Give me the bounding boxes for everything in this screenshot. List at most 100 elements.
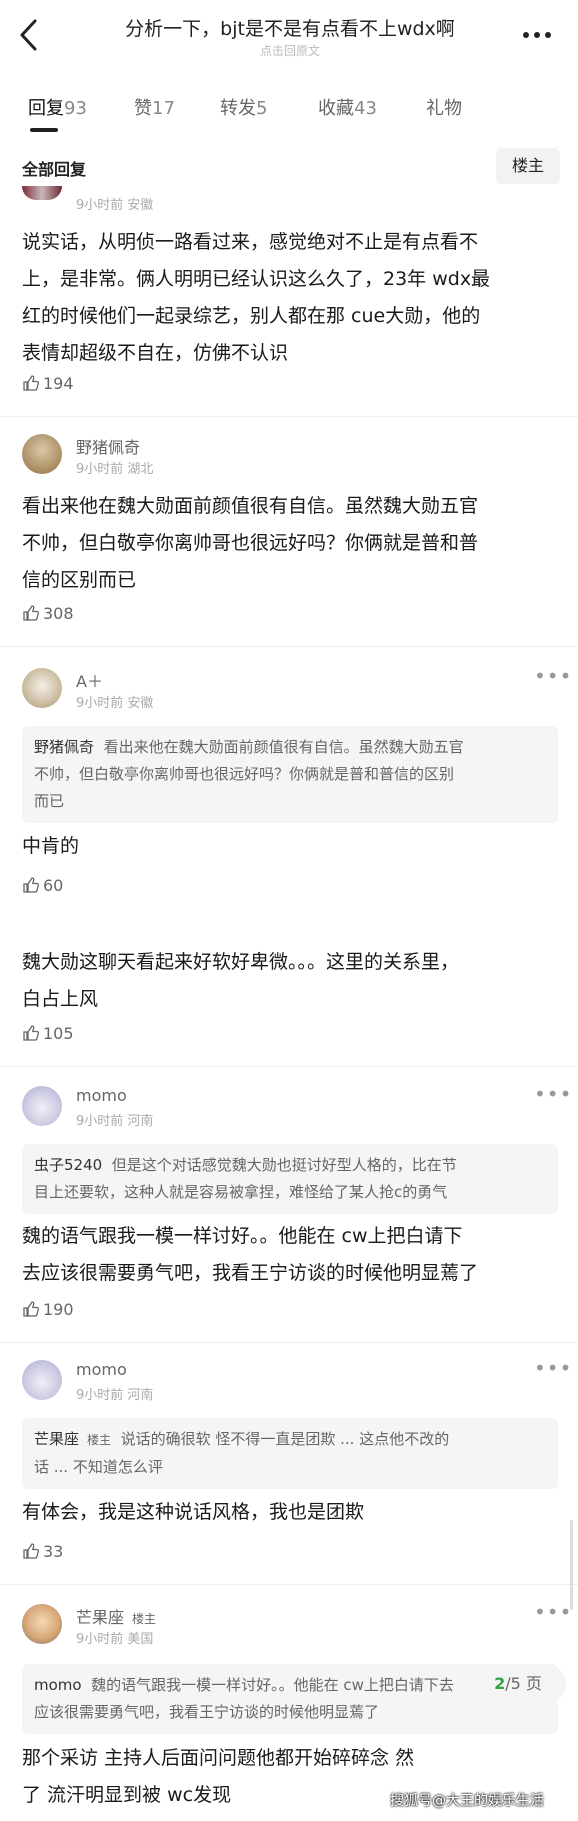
comment-line: 说实话，从明侦一路看过来，感觉绝对不止是有点看不	[22, 231, 479, 253]
divider	[0, 1066, 578, 1067]
username[interactable]: A＋	[76, 668, 103, 692]
comment-meta: 9小时前 河南	[76, 1114, 154, 1129]
more-icon[interactable]: •••	[534, 1082, 572, 1106]
comment-line: 有体会，我是这种说话风格，我也是团欺	[22, 1501, 365, 1523]
current-page: 2	[494, 1674, 506, 1693]
more-icon[interactable]: •••	[534, 1600, 572, 1624]
tab-label: 转发	[220, 98, 256, 119]
comment-meta: 9小时前 湖北	[76, 462, 154, 477]
avatar[interactable]	[22, 1086, 62, 1126]
divider	[0, 1584, 578, 1585]
comment-line: 不帅，但白敬亭你离帅哥也很远好吗？你俩就是普和普	[22, 532, 479, 554]
like-count: 105	[43, 1024, 74, 1043]
comment-body: 有体会，我是这种说话风格，我也是团欺	[22, 1494, 562, 1531]
username[interactable]: 野猪佩奇	[76, 434, 140, 458]
comment-line: 白占上风	[22, 988, 99, 1010]
louzhu-filter-button[interactable]: 楼主	[496, 148, 560, 184]
section-title: 全部回复	[22, 160, 87, 179]
avatar[interactable]	[22, 186, 62, 200]
like-count: 308	[43, 604, 74, 623]
back-icon[interactable]	[18, 18, 44, 58]
like-button[interactable]: 190	[22, 1300, 74, 1319]
comment-line: 红的时候他们一起录综艺，别人都在那 cue大勋，他的	[22, 305, 481, 327]
comment-body: 魏的语气跟我一模一样讨好。。他能在 cw上把白请下 去应该很需要勇气吧，我看王宁…	[22, 1218, 562, 1292]
quote-author[interactable]: 芒果座	[34, 1430, 79, 1448]
comment-line: 那个采访 主持人后面问问题他都开始碎碎念 然	[22, 1747, 415, 1769]
thumbs-up-icon	[23, 375, 40, 391]
total-pages: /5 页	[505, 1674, 542, 1693]
tab-count: 17	[152, 98, 175, 119]
comment-body: 看出来他在魏大勋面前颜值很有自信。虽然魏大勋五官 不帅，但白敬亭你离帅哥也很远好…	[22, 488, 562, 599]
avatar[interactable]	[22, 1360, 62, 1400]
louzhu-badge: 楼主	[87, 1433, 112, 1447]
divider	[0, 646, 578, 647]
quote-author[interactable]: 虫子5240	[34, 1156, 102, 1174]
avatar[interactable]	[22, 1604, 62, 1644]
divider	[0, 1342, 578, 1343]
username[interactable]: 芒果座 楼主	[76, 1604, 156, 1628]
avatar[interactable]	[22, 434, 62, 474]
like-count: 60	[43, 876, 64, 895]
username[interactable]: momo	[76, 1086, 127, 1105]
comment-body: 魏大勋这聊天看起来好软好卑微。。。这里的关系里， 白占上风	[22, 944, 562, 1018]
quote-line: 魏的语气跟我一模一样讨好。。他能在 cw上把白请下去	[91, 1676, 454, 1694]
tab-count: 5	[256, 98, 268, 119]
quote-line: 话 ... 不知道怎么评	[34, 1458, 163, 1476]
tab-likes[interactable]: 赞17	[134, 94, 175, 120]
thumbs-up-icon	[23, 1301, 40, 1317]
comment-meta: 9小时前 安徽	[76, 198, 154, 213]
like-count: 33	[43, 1542, 64, 1561]
scrollbar[interactable]	[570, 1520, 573, 1610]
comment-meta: 9小时前 安徽	[76, 696, 154, 711]
like-button[interactable]: 308	[22, 604, 74, 623]
quote-line: 但是这个对话感觉魏大勋也挺讨好型人格的，比在节	[111, 1156, 457, 1174]
comment-line: 中肯的	[22, 835, 80, 857]
louzhu-badge: 楼主	[132, 1612, 157, 1626]
like-button[interactable]: 194	[22, 374, 74, 393]
quoted-comment[interactable]: 野猪佩奇 看出来他在魏大勋面前颜值很有自信。虽然魏大勋五官 不帅，但白敬亭你离帅…	[22, 726, 558, 823]
tab-bar: 回复93 赞17 转发5 收藏43 礼物	[0, 88, 578, 132]
quote-line: 不帅，但白敬亭你离帅哥也很远好吗？你俩就是普和普信的区别	[34, 765, 455, 783]
like-button[interactable]: 105	[22, 1024, 74, 1043]
thumbs-up-icon	[23, 605, 40, 621]
top-bar: 分析一下，bjt是不是有点看不上wdx啊 点击回原文	[0, 0, 578, 78]
quote-author[interactable]: 野猪佩奇	[34, 738, 94, 756]
tab-replies[interactable]: 回复93	[28, 94, 87, 120]
comment-line: 上，是非常。俩人明明已经认识这么久了，23年 wdx最	[22, 268, 491, 290]
page-indicator[interactable]: 2/5 页	[470, 1665, 566, 1703]
comment-line: 表情却超级不自在，仿佛不认识	[22, 342, 289, 364]
comment-line: 信的区别而已	[22, 569, 137, 591]
quote-line: 应该很需要勇气吧，我看王宁访谈的时候他明显蔫了	[34, 1703, 380, 1721]
quoted-comment[interactable]: 虫子5240 但是这个对话感觉魏大勋也挺讨好型人格的，比在节 目上还要软，这种人…	[22, 1144, 558, 1214]
like-button[interactable]: 60	[22, 876, 63, 895]
quote-line: 目上还要软，这种人就是容易被拿捏，难怪给了某人抢c的勇气	[34, 1183, 448, 1201]
divider	[0, 416, 578, 417]
thumbs-up-icon	[23, 1543, 40, 1559]
username-text: 芒果座	[76, 1608, 125, 1627]
more-icon[interactable]: •••	[534, 664, 572, 688]
comment-line: 去应该很需要勇气吧，我看王宁访谈的时候他明显蔫了	[22, 1262, 479, 1284]
comment-line: 看出来他在魏大勋面前颜值很有自信。虽然魏大勋五官	[22, 495, 479, 517]
post-title: 分析一下，bjt是不是有点看不上wdx啊	[125, 18, 455, 40]
quote-line: 说话的确很软 怪不得一直是团欺 ... 这点他不改的	[120, 1430, 450, 1448]
tab-favorites[interactable]: 收藏43	[318, 94, 377, 120]
active-tab-indicator	[30, 128, 58, 132]
quote-author[interactable]: momo	[34, 1676, 82, 1694]
quote-line: 看出来他在魏大勋面前颜值很有自信。虽然魏大勋五官	[103, 738, 464, 756]
username[interactable]: momo	[76, 1360, 127, 1379]
comment-line: 魏的语气跟我一模一样讨好。。他能在 cw上把白请下	[22, 1225, 463, 1247]
avatar[interactable]	[22, 668, 62, 708]
tab-gifts[interactable]: 礼物	[426, 94, 462, 120]
quote-line: 而已	[34, 792, 65, 810]
quoted-comment[interactable]: 芒果座 楼主 说话的确很软 怪不得一直是团欺 ... 这点他不改的 话 ... 不…	[22, 1418, 558, 1489]
back-to-original-link[interactable]: 点击回原文	[90, 42, 490, 59]
like-button[interactable]: 33	[22, 1542, 63, 1561]
tab-label: 收藏	[318, 98, 354, 119]
comment-body: 说实话，从明侦一路看过来，感觉绝对不止是有点看不 上，是非常。俩人明明已经认识这…	[22, 224, 562, 372]
more-icon[interactable]	[522, 22, 552, 52]
comment-line: 魏大勋这聊天看起来好软好卑微。。。这里的关系里，	[22, 951, 460, 973]
tab-count: 93	[64, 98, 87, 119]
more-icon[interactable]: •••	[534, 1356, 572, 1380]
tab-label: 赞	[134, 98, 152, 119]
tab-reposts[interactable]: 转发5	[220, 94, 267, 120]
